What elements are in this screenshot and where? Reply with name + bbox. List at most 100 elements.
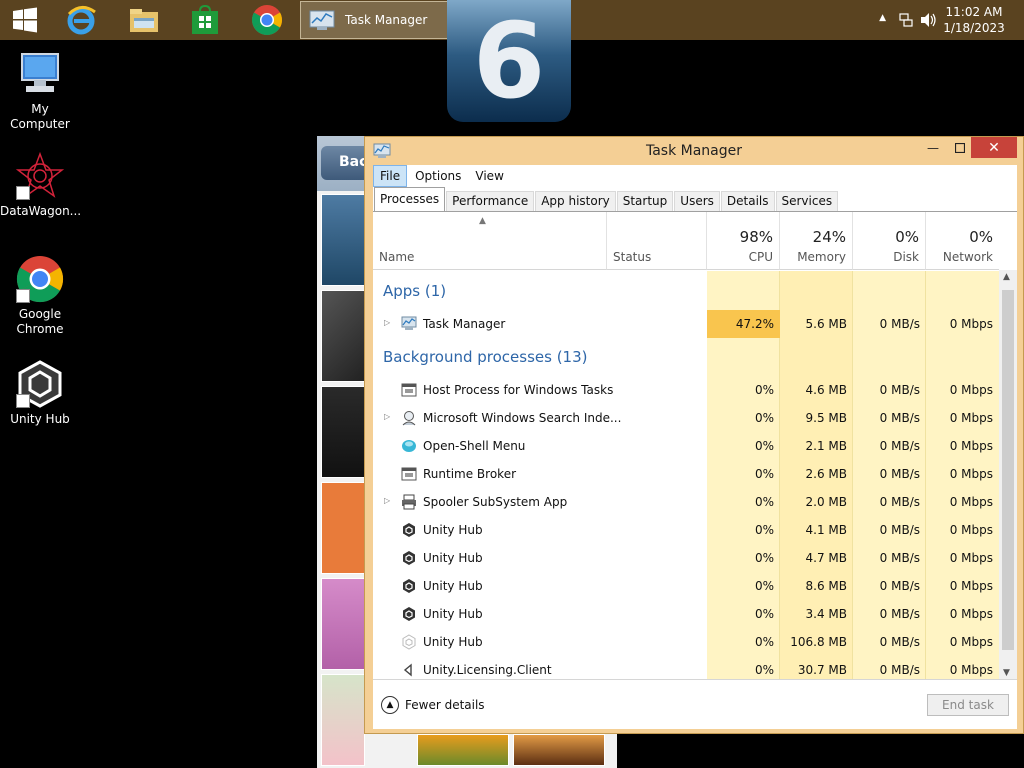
expand-icon[interactable]: ▷ (384, 318, 390, 327)
menu-file[interactable]: File (373, 165, 408, 187)
column-header-name[interactable]: ▲ Name (373, 212, 607, 270)
process-table: ▲ Name Status 98% CPU 24% Memory 0% Disk… (373, 211, 1017, 679)
table-row[interactable]: Unity Hub 0% 4.7 MB 0 MB/s 0 Mbps (373, 544, 999, 572)
tab-performance[interactable]: Performance (446, 191, 535, 211)
windows-logo-icon (13, 7, 37, 33)
scrollbar[interactable]: ▲ ▼ (999, 270, 1017, 679)
photo-thumbnail[interactable] (417, 734, 509, 766)
column-header-network[interactable]: 0% Network (926, 212, 999, 270)
expand-icon[interactable]: ▷ (384, 412, 390, 421)
desktop-icon-label: Google Chrome (16, 307, 64, 336)
process-icon (403, 579, 415, 593)
internet-explorer-button[interactable] (62, 0, 100, 40)
tab-app-history[interactable]: App history (535, 191, 616, 211)
desktop-icon-datawagon[interactable]: DataWagon... (0, 151, 82, 219)
process-icon (402, 440, 416, 452)
sort-ascending-icon: ▲ (479, 216, 486, 226)
process-icon (401, 467, 417, 481)
show-hidden-icons-icon[interactable]: ▲ (879, 13, 886, 23)
tab-details[interactable]: Details (720, 191, 775, 211)
internet-explorer-icon (67, 6, 96, 35)
clock[interactable]: 11:02 AM 1/18/2023 (938, 4, 1010, 36)
table-row[interactable]: Unity Hub 0% 4.1 MB 0 MB/s 0 Mbps (373, 516, 999, 544)
shortcut-arrow-icon (16, 394, 30, 408)
photo-thumbnail[interactable] (321, 482, 365, 574)
tab-services[interactable]: Services (775, 191, 839, 211)
fewer-details-button[interactable]: ▲ Fewer details (381, 696, 485, 714)
column-header-memory[interactable]: 24% Memory (780, 212, 853, 270)
menu-view[interactable]: View (469, 166, 509, 186)
shortcut-arrow-icon (16, 289, 30, 303)
photo-thumbnail[interactable] (321, 386, 365, 478)
table-row[interactable]: ▷ Spooler SubSystem App 0% 2.0 MB 0 MB/s 0 Mb… (373, 488, 999, 516)
process-icon (403, 551, 415, 565)
photo-thumbnail[interactable] (513, 734, 605, 766)
maximize-button[interactable] (947, 137, 973, 159)
process-icon (402, 411, 416, 426)
close-button[interactable]: ✕ (971, 137, 1017, 158)
column-header-cpu[interactable]: 98% CPU (707, 212, 780, 270)
column-header-disk[interactable]: 0% Disk (853, 212, 926, 270)
store-icon (192, 5, 218, 34)
desktop-icon-label: DataWagon... (0, 204, 82, 218)
file-explorer-button[interactable] (124, 0, 164, 40)
desktop-icon-label: Unity Hub (10, 412, 70, 426)
column-header-status[interactable]: Status (607, 212, 707, 270)
desktop-icon-my-computer[interactable]: My Computer (0, 50, 80, 132)
group-header-apps[interactable]: Apps (1) (383, 282, 446, 300)
tab-startup[interactable]: Startup (616, 191, 674, 211)
footer: ▲ Fewer details End task (373, 679, 1017, 729)
scrollbar-thumb[interactable] (1002, 290, 1014, 650)
table-row[interactable]: ▷ Task Manager 47.2% 5.6 MB 0 MB/s 0 Mbp… (373, 310, 999, 338)
maximize-icon (955, 143, 965, 153)
tab-users[interactable]: Users (674, 191, 720, 211)
taskbar-task-manager[interactable]: Task Manager (300, 1, 458, 39)
group-header-background[interactable]: Background processes (13) (383, 348, 588, 366)
tab-processes[interactable]: Processes (374, 187, 446, 211)
desktop-icon-google-chrome[interactable]: Google Chrome (0, 255, 80, 337)
menu-bar: File Options View (373, 165, 1017, 187)
close-icon: ✕ (988, 139, 1000, 156)
process-icon (403, 663, 412, 677)
minimize-button[interactable]: — (919, 137, 947, 159)
table-row[interactable]: Open-Shell Menu 0% 2.1 MB 0 MB/s 0 Mbps (373, 432, 999, 460)
ios6-logo-text: 6 (472, 0, 546, 122)
tab-bar: Processes Performance App history Startu… (373, 187, 1017, 211)
computer-icon (21, 53, 59, 92)
chrome-icon (251, 5, 283, 36)
start-button[interactable] (8, 0, 42, 40)
table-row[interactable]: Unity Hub 0% 106.8 MB 0 MB/s 0 Mbps (373, 628, 999, 656)
desktop-icon-unity-hub[interactable]: Unity Hub (0, 360, 80, 427)
table-row[interactable]: Unity Hub 0% 3.4 MB 0 MB/s 0 Mbps (373, 600, 999, 628)
network-icon[interactable] (898, 12, 914, 28)
volume-icon[interactable] (920, 12, 938, 28)
end-task-button[interactable]: End task (927, 694, 1009, 716)
process-icon (403, 523, 415, 537)
process-icon (402, 634, 416, 650)
table-row[interactable]: Unity.Licensing.Client 0% 30.7 MB 0 MB/s 0 M… (373, 656, 999, 679)
scroll-down-icon[interactable]: ▼ (1003, 668, 1010, 678)
process-icon (401, 383, 417, 397)
table-row[interactable]: Runtime Broker 0% 2.6 MB 0 MB/s 0 Mbps (373, 460, 999, 488)
collapse-icon: ▲ (381, 696, 399, 714)
chrome-button[interactable] (248, 0, 286, 40)
photo-thumbnail[interactable] (321, 674, 365, 766)
taskbar-task-manager-label: Task Manager (345, 13, 428, 27)
menu-options[interactable]: Options (409, 166, 467, 186)
expand-icon[interactable]: ▷ (384, 496, 390, 505)
folder-icon (130, 9, 158, 32)
table-row[interactable]: Unity Hub 0% 8.6 MB 0 MB/s 0 Mbps (373, 572, 999, 600)
photo-thumbnail[interactable] (321, 578, 365, 670)
scroll-up-icon[interactable]: ▲ (1003, 272, 1010, 282)
ios6-logo: 6 (447, 0, 571, 122)
task-manager-icon (401, 316, 417, 330)
table-row[interactable]: ▷ Microsoft Windows Search Inde... 0% 9.5 M… (373, 404, 999, 432)
store-button[interactable] (186, 0, 224, 40)
task-manager-icon (309, 10, 335, 30)
photo-thumbnail[interactable] (321, 290, 365, 382)
desktop: Task Manager ▲ 11:02 AM 1/18/2023 My Com… (0, 0, 1024, 768)
minimize-icon: — (927, 141, 939, 155)
photo-thumbnail[interactable] (321, 194, 365, 286)
title-bar[interactable]: Task Manager — ✕ (365, 137, 1023, 165)
table-row[interactable]: Host Process for Windows Tasks 0% 4.6 MB 0 … (373, 376, 999, 404)
